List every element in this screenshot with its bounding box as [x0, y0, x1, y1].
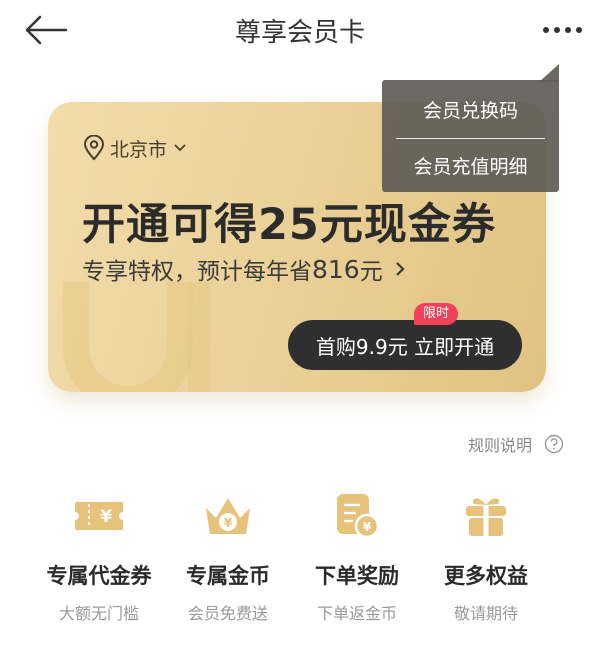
card-headline: 开通可得25元现金券: [82, 200, 496, 250]
crown-coin-icon: ¥: [206, 498, 250, 534]
gift-icon: [466, 498, 506, 536]
order-reward-icon: ¥: [337, 494, 380, 539]
voucher-icon: ¥: [75, 502, 123, 530]
benefit-coins[interactable]: ¥ 专属金币 会员免费送: [158, 488, 298, 624]
svg-text:¥: ¥: [224, 516, 233, 530]
limited-time-badge: 限时: [414, 303, 459, 325]
benefit-desc: 下单返金币: [316, 604, 397, 623]
savings-link[interactable]: 专享特权，预计每年省 816 元: [82, 252, 409, 286]
location-pin-icon: [83, 135, 105, 161]
top-bar: 尊享会员卡: [0, 0, 600, 60]
benefit-more[interactable]: 更多权益 敬请期待: [416, 488, 556, 624]
savings-prefix: 专享特权，预计每年省: [82, 259, 312, 285]
savings-unit: 元: [359, 259, 383, 285]
benefit-order-reward[interactable]: ¥ 下单奖励 下单返金币: [287, 488, 427, 624]
benefit-voucher[interactable]: ¥ 专属代金券 大额无门槛: [29, 488, 169, 624]
city-name: 北京市: [110, 138, 168, 161]
options-menu: 会员兑换码 会员充值明细: [382, 80, 559, 192]
city-selector[interactable]: 北京市: [82, 134, 187, 162]
question-circle-icon: [544, 434, 564, 454]
menu-divider: [396, 138, 545, 139]
savings-amount: 816: [312, 254, 360, 284]
brand-watermark-icon: [63, 282, 210, 392]
benefits-grid: ¥ 专属代金券 大额无门槛 ¥ 专属金币 会员免费送 ¥ 下单奖励 下单返金币: [0, 488, 600, 648]
menu-item-recharge-details[interactable]: 会员充值明细: [382, 140, 559, 194]
page-title: 尊享会员卡: [234, 18, 365, 48]
benefit-desc: 会员免费送: [187, 604, 268, 623]
benefit-name: 专属代金券: [46, 564, 152, 588]
more-options-icon[interactable]: [540, 16, 584, 44]
benefit-desc: 敬请期待: [453, 604, 518, 623]
chevron-right-icon: [395, 262, 405, 276]
benefit-name: 下单奖励: [315, 564, 399, 588]
benefit-name: 专属金币: [186, 564, 270, 588]
svg-text:¥: ¥: [363, 520, 372, 534]
rules-label: 规则说明: [467, 436, 532, 455]
activate-button[interactable]: 首购9.9元 立即开通: [288, 320, 522, 370]
rules-link[interactable]: 规则说明: [468, 432, 564, 456]
svg-text:¥: ¥: [100, 507, 112, 527]
benefit-desc: 大额无门槛: [58, 604, 139, 623]
benefit-name: 更多权益: [444, 564, 528, 588]
chevron-down-icon: [174, 144, 186, 152]
menu-item-redeem-code[interactable]: 会员兑换码: [382, 84, 559, 138]
